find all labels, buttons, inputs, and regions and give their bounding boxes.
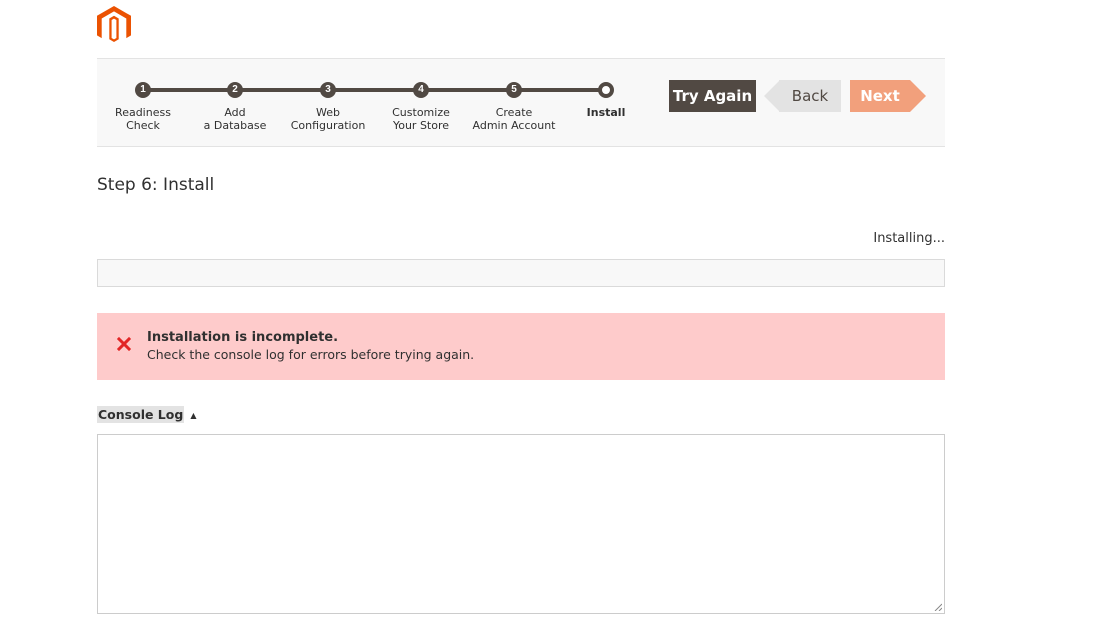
caret-up-icon: ▲ [190,411,197,420]
alert-message: Check the console log for errors before … [147,347,475,362]
console-log-label: Console Log [97,406,185,423]
alert-title: Installation is incomplete. [147,330,339,345]
step-label: Readiness Check [115,106,171,132]
step-label: Create Admin Account [472,106,556,132]
error-x-icon [117,337,131,351]
step-label: Customize Your Store [392,106,450,132]
step-marker: 3 [320,82,336,98]
install-progress-bar [97,259,945,287]
progress-status: Installing... [873,231,945,246]
step-label: Install [586,106,626,119]
step-marker: 1 [135,82,151,98]
step-marker-current [598,82,614,98]
page-title: Step 6: Install [97,175,215,195]
back-button-arrow[interactable] [764,80,780,112]
progress-navigation: 1 Readiness Check 2 Add a Database 3 Web Co… [97,58,945,147]
console-log-toggle[interactable]: Console Log ▲ [97,406,197,423]
step-progress-line [143,88,606,92]
step-marker: 2 [227,82,243,98]
next-button-arrow[interactable] [910,80,926,112]
step-marker: 4 [413,82,429,98]
error-alert: Installation is incomplete. Check the co… [97,313,945,380]
try-again-button[interactable]: Try Again [669,80,756,112]
step-marker: 5 [506,82,522,98]
step-label: Web Configuration [290,106,366,132]
next-button[interactable]: Next [850,80,910,112]
magento-logo-icon [97,6,131,42]
resize-grip-icon[interactable] [934,603,942,611]
step-label: Add a Database [203,106,267,132]
console-log-textarea[interactable] [97,434,945,614]
back-button[interactable]: Back [779,80,841,112]
